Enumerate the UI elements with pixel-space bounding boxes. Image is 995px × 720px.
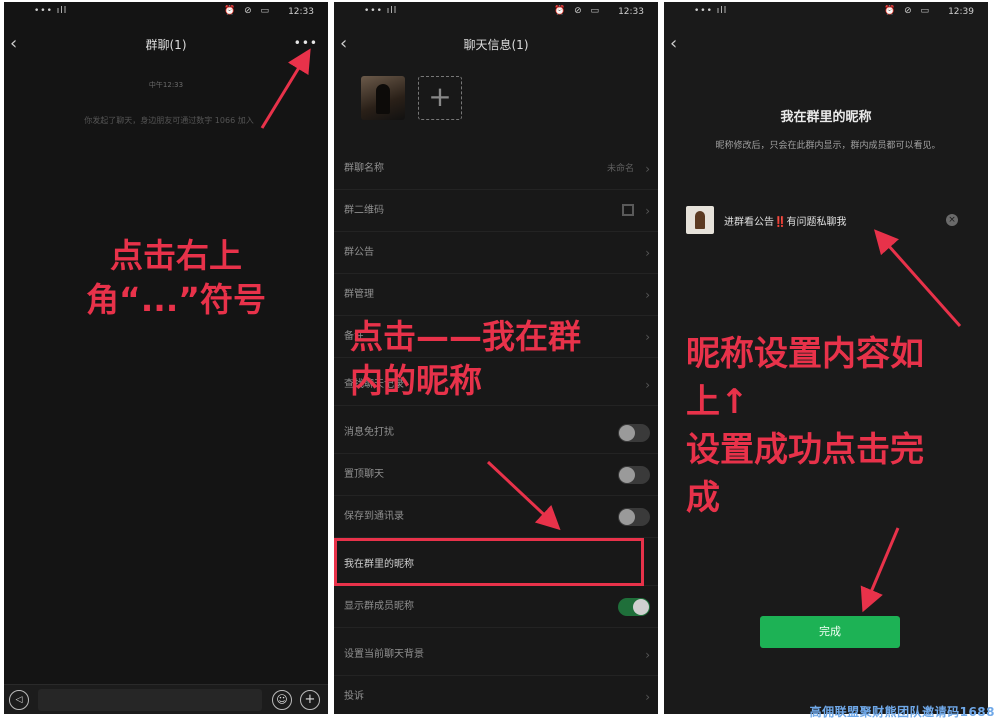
page-title: 聊天信息(1): [463, 38, 529, 52]
row-label: 投诉: [344, 691, 364, 702]
row-show-nicknames: 显示群成员昵称: [334, 586, 658, 628]
member-avatar[interactable]: [361, 76, 405, 120]
instruction-line: 成: [686, 478, 720, 518]
nickname-input[interactable]: 进群看公告‼️有问题私聊我: [724, 213, 846, 228]
save-contacts-toggle[interactable]: [618, 508, 650, 526]
instruction-line: 内的昵称: [350, 361, 482, 400]
add-member-button[interactable]: +: [418, 76, 462, 120]
page-title: 我在群里的昵称: [780, 110, 872, 125]
nickname-field[interactable]: 进群看公告‼️有问题私聊我 ×: [686, 204, 966, 234]
row-group-notice[interactable]: 群公告 ›: [334, 232, 658, 274]
row-report[interactable]: 投诉 ›: [334, 676, 658, 714]
instruction-line: 点击——我在群: [350, 317, 581, 356]
chevron-right-icon: ›: [645, 162, 650, 176]
instruction-text-3: 昵称设置内容如 上↑ 设置成功点击完 成: [686, 330, 986, 522]
row-label: 消息免打扰: [344, 427, 394, 438]
row-group-name[interactable]: 群聊名称 未命名 ›: [334, 148, 658, 190]
instruction-line: 昵称设置内容如: [686, 334, 924, 374]
clear-icon[interactable]: ×: [946, 214, 958, 226]
pin-toggle[interactable]: [618, 466, 650, 484]
instruction-line: 角“...”符号: [86, 280, 266, 319]
row-save-contacts: 保存到通讯录: [334, 496, 658, 538]
row-group-manage[interactable]: 群管理 ›: [334, 274, 658, 316]
avatar: [686, 206, 714, 234]
plus-icon[interactable]: +: [300, 690, 320, 710]
back-icon[interactable]: ‹: [670, 34, 686, 54]
voice-icon[interactable]: ◁: [9, 690, 29, 710]
chevron-right-icon: ›: [645, 690, 650, 704]
qr-code-icon: [622, 204, 634, 216]
row-label: 置顶聊天: [344, 469, 384, 480]
chat-info-screen: ••• ıll ⏰ ⊘ ▭ 12:33 ‹ 聊天信息(1) + 群聊名称 未命名…: [334, 2, 658, 714]
status-bar: ••• ıll ⏰ ⊘ ▭ 12:33: [4, 2, 328, 24]
status-icons: ⏰ ⊘ ▭: [884, 6, 932, 16]
instruction-text-2: 点击——我在群 内的昵称: [350, 315, 650, 403]
chevron-right-icon: ›: [645, 648, 650, 662]
status-time: 12:33: [288, 7, 314, 17]
chevron-right-icon: ›: [645, 204, 650, 218]
more-options-icon[interactable]: •••: [294, 36, 318, 50]
system-message: 你发起了聊天，身边朋友可通过数字 1066 加入: [84, 116, 254, 125]
row-label: 群聊名称: [344, 163, 384, 174]
status-icons: ⏰ ⊘ ▭: [224, 6, 272, 16]
status-icons: ⏰ ⊘ ▭: [554, 6, 602, 16]
emoji-icon[interactable]: ☺: [272, 690, 292, 710]
signal-indicator: ••• ıll: [34, 6, 68, 16]
status-bar: ••• ıll ⏰ ⊘ ▭ 12:39: [664, 2, 988, 24]
instruction-text-1: 点击右上 角“...”符号: [46, 234, 306, 322]
row-label: 显示群成员昵称: [344, 601, 414, 612]
row-label: 设置当前聊天背景: [344, 649, 424, 660]
status-bar: ••• ıll ⏰ ⊘ ▭ 12:33: [334, 2, 658, 24]
system-timestamp: 中午12:33: [148, 81, 184, 89]
row-chat-background[interactable]: 设置当前聊天背景 ›: [334, 634, 658, 676]
watermark: 高佣联盟聚财熊团队邀请码1688: [809, 705, 995, 719]
instruction-line: 设置成功点击完: [686, 430, 924, 470]
chat-input-bar: ◁ ☺ +: [4, 684, 328, 714]
row-label: 群管理: [344, 289, 374, 300]
row-label: 保存到通讯录: [344, 511, 404, 522]
show-nicknames-toggle[interactable]: [618, 598, 650, 616]
chat-screen: ••• ıll ⏰ ⊘ ▭ 12:33 ‹ 群聊(1) ••• 中午12:33 …: [4, 2, 328, 714]
page-title: 群聊(1): [145, 38, 187, 52]
instruction-line: 上↑: [686, 382, 749, 422]
nickname-description: 昵称修改后，只会在此群内显示，群内成员都可以看见。: [715, 141, 941, 151]
signal-indicator: ••• ıll: [364, 6, 398, 16]
chevron-right-icon: ›: [645, 288, 650, 302]
status-time: 12:33: [618, 7, 644, 17]
row-label: 群二维码: [344, 205, 384, 216]
instruction-line: 点击右上: [110, 236, 242, 275]
row-group-qr[interactable]: 群二维码 ›: [334, 190, 658, 232]
settings-list: 群聊名称 未命名 › 群二维码 › 群公告 › 群管理 › 备注 › 查找聊天记…: [334, 148, 658, 714]
row-pin: 置顶聊天: [334, 454, 658, 496]
status-time: 12:39: [948, 7, 974, 17]
signal-indicator: ••• ıll: [694, 6, 728, 16]
mute-toggle[interactable]: [618, 424, 650, 442]
message-input[interactable]: [38, 689, 262, 711]
chevron-right-icon: ›: [645, 246, 650, 260]
row-mute: 消息免打扰: [334, 412, 658, 454]
nickname-screen: ••• ıll ⏰ ⊘ ▭ 12:39 ‹ 我在群里的昵称 昵称修改后，只会在此…: [664, 2, 988, 714]
row-label: 群公告: [344, 247, 374, 258]
done-button[interactable]: 完成: [760, 616, 900, 648]
row-value: 未命名: [606, 164, 634, 174]
highlight-box: [334, 538, 644, 586]
